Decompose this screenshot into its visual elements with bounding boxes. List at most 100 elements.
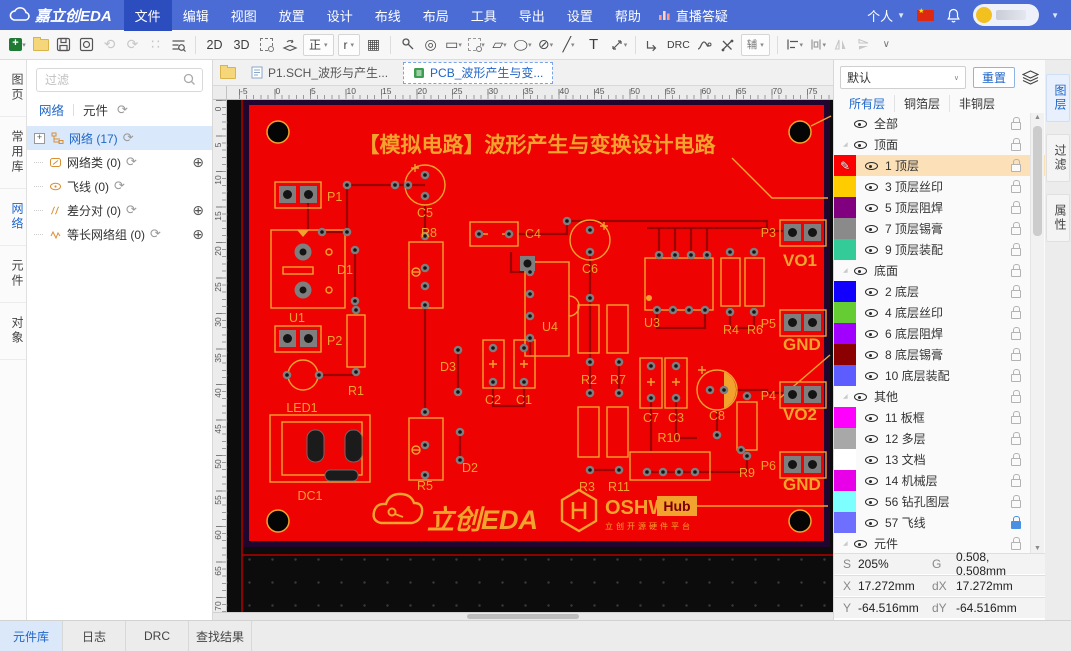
board-flip-button[interactable]	[279, 34, 300, 56]
add-icon[interactable]: ⊕	[192, 154, 204, 171]
refresh-icon[interactable]: ⟳	[123, 130, 134, 146]
refresh-icon[interactable]: ⟳	[126, 202, 137, 218]
lock-icon[interactable]	[1011, 264, 1021, 277]
line-tool-dropdown[interactable]: ╱▾	[558, 34, 579, 56]
refresh-icon[interactable]: ⟳	[114, 178, 125, 194]
visibility-eye-icon[interactable]	[864, 453, 879, 466]
distribute-dropdown[interactable]: ▾	[807, 34, 828, 56]
bell-icon[interactable]	[946, 8, 961, 23]
corner-mode-dropdown[interactable]: r▾	[338, 34, 361, 56]
scrollbar-thumb[interactable]	[467, 614, 579, 619]
menu-item-5[interactable]: 布线	[364, 0, 412, 31]
align-dropdown[interactable]: ▾	[784, 34, 805, 56]
lock-icon[interactable]	[1011, 306, 1021, 319]
visibility-eye-icon[interactable]	[864, 369, 879, 382]
lock-icon[interactable]	[1011, 369, 1021, 382]
scrollbar-thumb[interactable]	[1033, 126, 1042, 236]
pin-tool-button[interactable]	[397, 34, 418, 56]
doc-tab-0[interactable]: P1.SCH_波形与产生...	[242, 61, 397, 85]
layer-row-6[interactable]: 6 底层阻焊	[834, 323, 1045, 344]
layer-color-chip[interactable]	[834, 407, 856, 428]
right-tab-2[interactable]: 属性	[1046, 194, 1070, 242]
layer-row-group-0[interactable]: 全部	[834, 113, 1045, 134]
bottom-tab-1[interactable]: 日志	[63, 621, 126, 651]
left-tab-0[interactable]: 图页	[0, 60, 26, 117]
layer-color-chip[interactable]	[834, 176, 856, 197]
bottom-tab-2[interactable]: DRC	[126, 621, 189, 651]
layers-tab-0[interactable]: 所有层	[840, 95, 895, 112]
layer-color-chip[interactable]	[834, 323, 856, 344]
layer-row-12[interactable]: 12 多层	[834, 428, 1045, 449]
layer-color-chip[interactable]	[834, 281, 856, 302]
redo-button[interactable]: ⟳	[122, 34, 143, 56]
refresh-icon[interactable]: ⟳	[117, 102, 128, 118]
reset-button[interactable]: 重置	[973, 67, 1015, 88]
menu-item-6[interactable]: 布局	[412, 0, 460, 31]
tab-parts[interactable]: 元件	[83, 100, 108, 119]
layer-row-7[interactable]: 7 顶层锡膏	[834, 218, 1045, 239]
layer-row-4[interactable]: 4 底层丝印	[834, 302, 1045, 323]
layer-color-chip[interactable]	[834, 218, 856, 239]
visibility-eye-icon[interactable]	[853, 264, 868, 277]
lock-icon[interactable]	[1011, 474, 1021, 487]
keepout-tool-dropdown[interactable]: ⊘▾	[535, 34, 556, 56]
via-tool-button[interactable]: ◎	[420, 34, 441, 56]
layer-row-5[interactable]: 5 顶层阻焊	[834, 197, 1045, 218]
layer-list-scrollbar[interactable]: ▲ ▼	[1030, 113, 1044, 553]
group-caret-icon[interactable]: ◢	[843, 267, 853, 274]
layer-color-chip[interactable]	[834, 239, 856, 260]
clone-icon[interactable]: ∷	[145, 34, 166, 56]
new-design-button[interactable]: ▾	[7, 34, 28, 56]
language-flag-icon[interactable]	[917, 10, 934, 21]
left-tab-2[interactable]: 网络	[0, 189, 26, 246]
net-tree-item-4[interactable]: 等长网络组 (0)⟳⊕	[27, 222, 212, 246]
menu-item-2[interactable]: 视图	[220, 0, 268, 31]
drc-button[interactable]: DRC	[665, 34, 692, 56]
zoom-region-button[interactable]	[256, 34, 277, 56]
tab-nets[interactable]: 网络	[39, 100, 64, 119]
unroute-tool-button[interactable]	[717, 34, 738, 56]
filter-input[interactable]	[36, 68, 203, 92]
live-qa[interactable]: 直播答疑	[658, 6, 728, 25]
layer-color-chip[interactable]	[834, 449, 856, 470]
visibility-eye-icon[interactable]	[864, 243, 879, 256]
user-account[interactable]	[973, 4, 1039, 26]
layer-row-56[interactable]: 56 钻孔图层	[834, 491, 1045, 512]
menu-item-0[interactable]: 文件	[124, 0, 172, 31]
personal-menu[interactable]: 个人 ▼	[867, 6, 905, 25]
layer-row-8[interactable]: 8 底层锡膏	[834, 344, 1045, 365]
menu-item-9[interactable]: 设置	[556, 0, 604, 31]
layer-row-group-1[interactable]: ◢顶面	[834, 134, 1045, 155]
cross-probe-button[interactable]	[642, 34, 663, 56]
save-button[interactable]	[53, 34, 74, 56]
layer-color-chip[interactable]	[834, 197, 856, 218]
lock-icon[interactable]	[1011, 285, 1021, 298]
visibility-eye-icon[interactable]	[864, 222, 879, 235]
layer-color-chip[interactable]	[834, 428, 856, 449]
lock-icon[interactable]	[1011, 201, 1021, 214]
route-tool-button[interactable]	[694, 34, 715, 56]
pad-tool-dropdown[interactable]: ▭▾	[443, 34, 464, 56]
group-caret-icon[interactable]: ◢	[843, 393, 853, 400]
left-tab-4[interactable]: 对象	[0, 303, 26, 360]
layer-row-2[interactable]: 2 底层	[834, 281, 1045, 302]
layer-color-chip[interactable]	[834, 512, 856, 533]
add-icon[interactable]: ⊕	[192, 226, 204, 243]
layer-color-chip[interactable]: ✎	[834, 155, 856, 176]
menu-item-3[interactable]: 放置	[268, 0, 316, 31]
visibility-eye-icon[interactable]	[864, 432, 879, 445]
horizontal-scrollbar[interactable]	[213, 612, 833, 620]
flip-vertical-button[interactable]	[853, 34, 874, 56]
pcb-canvas[interactable]: -5051015202530354045505560657075 0510152…	[213, 86, 833, 612]
left-tab-1[interactable]: 常用库	[0, 117, 26, 189]
layer-manager-icon[interactable]	[1022, 70, 1039, 85]
expand-icon[interactable]: +	[34, 133, 45, 144]
visibility-eye-icon[interactable]	[853, 138, 868, 151]
layer-row-3[interactable]: 3 顶层丝印	[834, 176, 1045, 197]
visibility-eye-icon[interactable]	[864, 327, 879, 340]
left-tab-3[interactable]: 元件	[0, 246, 26, 303]
lock-icon[interactable]	[1011, 180, 1021, 193]
net-tree-item-2[interactable]: 飞线 (0)⟳	[27, 174, 212, 198]
aux-mode-dropdown[interactable]: 辅▾	[741, 34, 770, 56]
refresh-icon[interactable]: ⟳	[126, 154, 137, 170]
